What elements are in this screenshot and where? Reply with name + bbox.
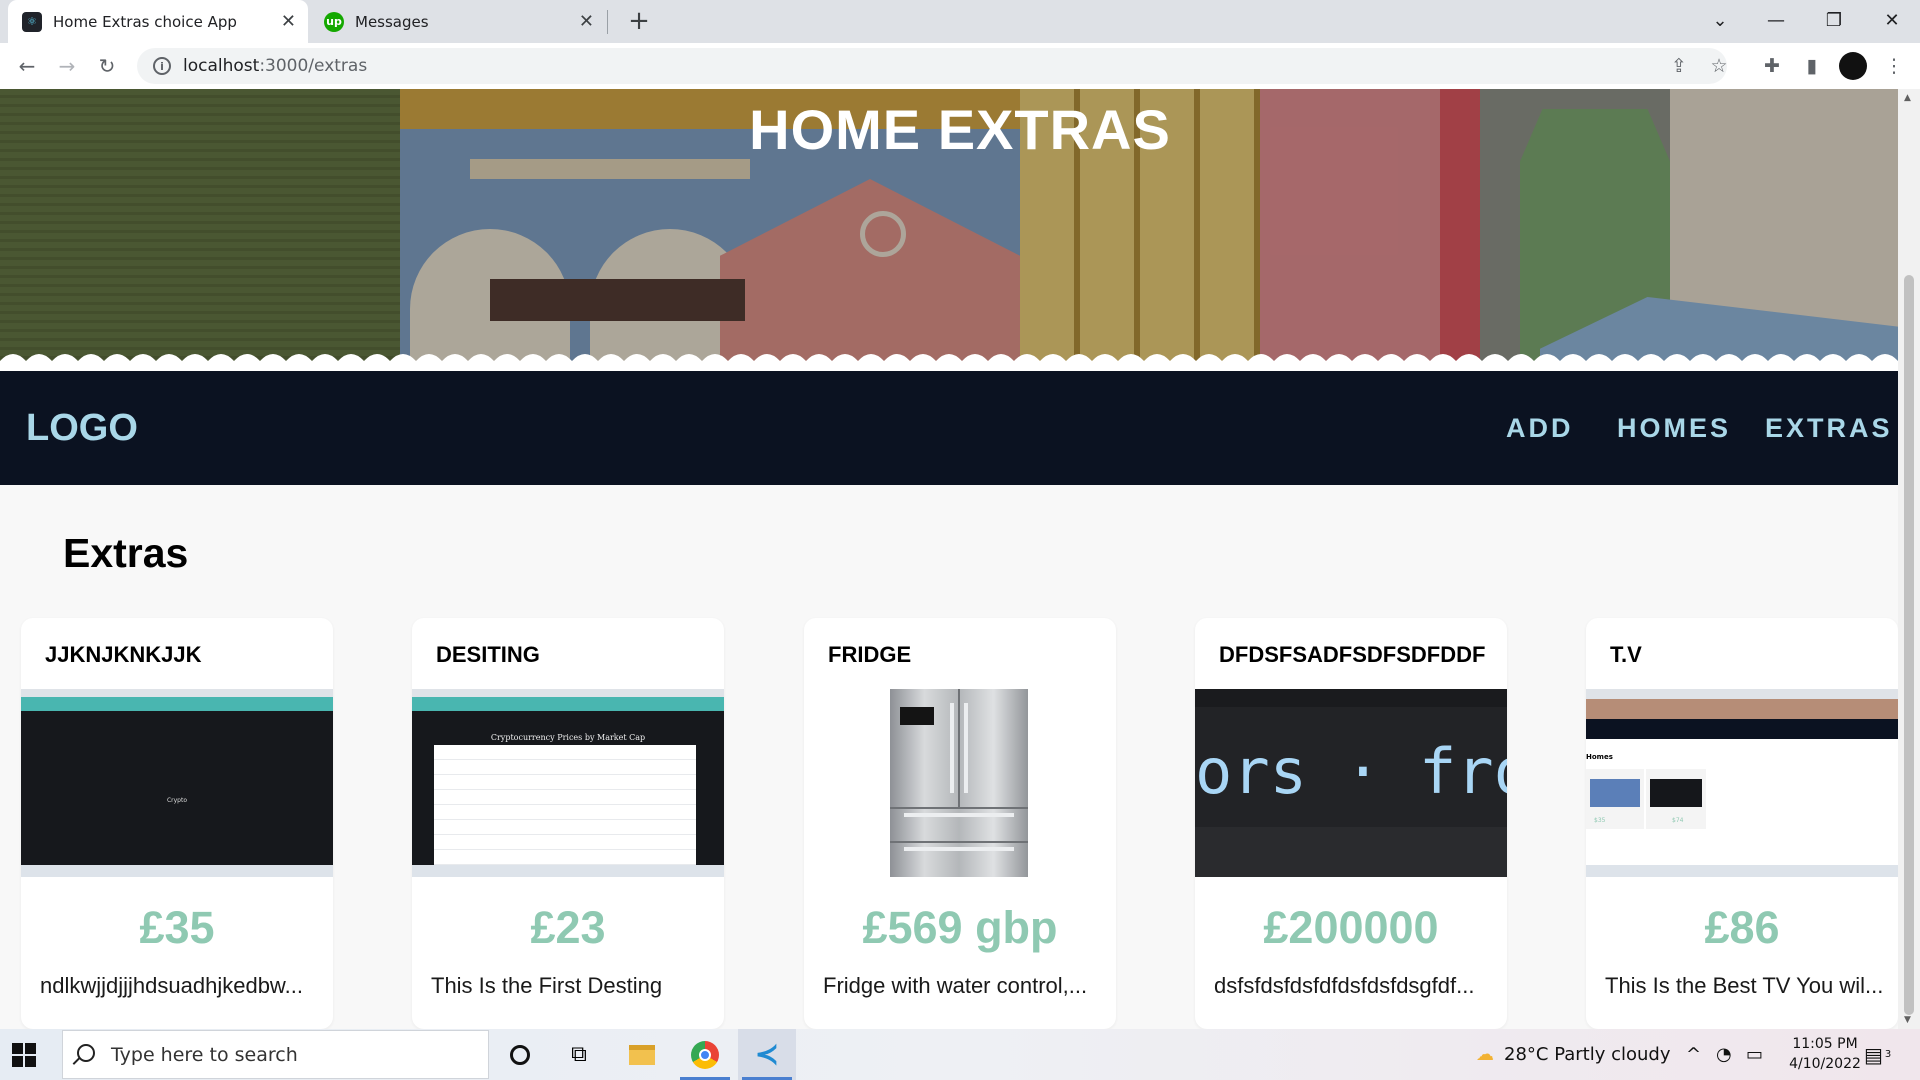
card-title: DFDSFSADFSDFSDFDDF	[1219, 642, 1486, 667]
reload-icon[interactable]: ↻	[90, 49, 124, 83]
react-icon: ⚛	[22, 11, 42, 32]
weather-widget[interactable]: ☁ 28°C Partly cloudy	[1476, 1029, 1671, 1080]
card-title: FRIDGE	[828, 642, 912, 667]
extensions-puzzle-icon[interactable]: ✚	[1756, 50, 1788, 82]
upwork-icon: up	[324, 11, 344, 32]
card-description: This Is the First Desting	[431, 973, 663, 998]
taskbar-search-input[interactable]: Type here to search	[62, 1030, 489, 1079]
tray-chevron-up-icon[interactable]: ^	[1686, 1029, 1701, 1080]
cortana-icon[interactable]	[491, 1029, 549, 1080]
partly-cloudy-icon: ☁	[1476, 1044, 1494, 1065]
close-window-button[interactable]: ✕	[1864, 0, 1920, 40]
page-title: Extras	[63, 530, 189, 576]
card-description: ndlkwjjdjjjhdsuadhjkedbw...	[40, 973, 303, 998]
site-logo[interactable]: LOGO	[26, 407, 138, 450]
tab-home-extras[interactable]: ⚛ Home Extras choice App ✕	[8, 0, 308, 43]
scrollbar-thumb[interactable]	[1904, 275, 1914, 1015]
restore-button[interactable]: ❐	[1806, 0, 1862, 40]
hero-title: HOME EXTRAS	[749, 98, 1171, 161]
tab-title: Home Extras choice App	[53, 12, 237, 31]
forward-arrow-icon[interactable]: →	[50, 49, 84, 83]
extra-card[interactable]: FRIDGE £569 gbp Fridge with water contro…	[804, 618, 1116, 1029]
tab-title: Messages	[355, 12, 429, 31]
card-image-code: ors · fron	[1195, 689, 1507, 877]
site-navbar: LOGO ADD HOMES EXTRAS	[0, 371, 1898, 485]
chrome-icon[interactable]	[676, 1029, 734, 1080]
nav-link-add[interactable]: ADD	[1506, 413, 1574, 444]
weather-text: 28°C Partly cloudy	[1504, 1044, 1671, 1065]
card-image-crypto: Crypto	[21, 689, 333, 877]
url-host: localhost	[183, 56, 260, 76]
bookmark-star-icon[interactable]: ☆	[1703, 50, 1735, 82]
windows-start-icon[interactable]	[12, 1043, 36, 1067]
profile-avatar[interactable]	[1839, 52, 1867, 80]
hero-scallop-edge	[0, 354, 1898, 371]
search-icon	[77, 1044, 95, 1062]
search-placeholder: Type here to search	[111, 1043, 298, 1066]
homes-heading: Homes	[1586, 753, 1613, 761]
scroll-up-arrow-icon[interactable]: ▲	[1904, 93, 1911, 103]
page-viewport: HOME EXTRAS LOGO ADD HOMES EXTRAS Extras…	[0, 89, 1898, 1029]
url-path: :3000/extras	[259, 56, 368, 76]
site-info-icon[interactable]: i	[153, 57, 171, 75]
network-wifi-icon[interactable]: ◔	[1716, 1029, 1732, 1080]
homes-price-b: $74	[1672, 817, 1684, 824]
close-tab-icon[interactable]: ✕	[579, 11, 594, 32]
card-price: £569 gbp	[862, 902, 1058, 953]
tab-search-chevron-icon[interactable]: ⌄	[1692, 0, 1748, 40]
close-tab-icon[interactable]: ✕	[281, 11, 296, 32]
crypto-caption: Crypto	[166, 797, 188, 804]
card-title: T.V	[1610, 642, 1642, 667]
card-image-crypto-prices: Cryptocurrency Prices by Market Cap	[412, 689, 724, 877]
nav-link-extras[interactable]: EXTRAS	[1765, 413, 1893, 444]
crypto-prices-heading: Cryptocurrency Prices by Market Cap	[490, 733, 646, 742]
extra-card[interactable]: DFDSFSADFSDFSDFDDF ors · fron £200000 ds…	[1195, 618, 1507, 1029]
menu-kebab-icon[interactable]: ⋮	[1878, 50, 1910, 82]
share-icon[interactable]: ⇪	[1663, 50, 1695, 82]
extra-card[interactable]: JJKNJKNKJJK Crypto £35 ndlkwjjdjjjhdsuad…	[21, 618, 333, 1029]
notification-count: 3	[1884, 1049, 1892, 1060]
card-price: £200000	[1263, 902, 1439, 953]
back-arrow-icon[interactable]: ←	[10, 49, 44, 83]
card-price: £23	[530, 902, 606, 953]
new-tab-button[interactable]: +	[624, 6, 654, 36]
minimize-button[interactable]: —	[1748, 0, 1804, 40]
card-title: JJKNJKNKJJK	[45, 642, 202, 667]
task-view-icon[interactable]: ⧉	[550, 1029, 608, 1080]
card-title: DESITING	[436, 642, 540, 667]
scroll-down-arrow-icon[interactable]: ▼	[1904, 1015, 1911, 1025]
browser-tab-strip: ⚛ Home Extras choice App ✕ up Messages ✕…	[0, 0, 1920, 43]
file-explorer-icon[interactable]	[613, 1029, 671, 1080]
page-scrollbar[interactable]: ▲ ▼	[1898, 89, 1920, 1029]
side-panel-icon[interactable]: ▮	[1796, 50, 1828, 82]
notifications-icon[interactable]: ▤ 3	[1864, 1029, 1891, 1080]
card-description: Fridge with water control,...	[823, 973, 1088, 998]
tab-separator	[607, 10, 608, 34]
card-description: dsfsfdsfdsfdfdsfdsfdsgfdf...	[1214, 973, 1475, 998]
card-image-homes: Homes $35 $74	[1586, 689, 1898, 877]
battery-icon[interactable]: ▭	[1746, 1029, 1763, 1080]
homes-price-a: $35	[1594, 817, 1606, 824]
browser-toolbar: ← → ↻ i localhost:3000/extras ⇪ ☆ ✚ ▮ ⋮	[0, 43, 1920, 89]
nav-link-homes[interactable]: HOMES	[1617, 413, 1731, 444]
address-bar[interactable]: i localhost:3000/extras ⇪ ☆	[137, 48, 1728, 84]
extra-card[interactable]: DESITING Cryptocurrency Prices by Market…	[412, 618, 724, 1029]
tab-messages[interactable]: up Messages ✕	[310, 0, 606, 43]
extra-card[interactable]: T.V Homes $35 $74 £86 This Is the Best T…	[1586, 618, 1898, 1029]
code-image-text: ors · fron	[1195, 735, 1507, 808]
card-price: £35	[139, 902, 215, 953]
card-price: £86	[1704, 902, 1780, 953]
vscode-icon[interactable]: ≺	[738, 1029, 796, 1080]
card-description: This Is the Best TV You wil...	[1605, 973, 1884, 998]
card-image-fridge	[804, 689, 1116, 877]
